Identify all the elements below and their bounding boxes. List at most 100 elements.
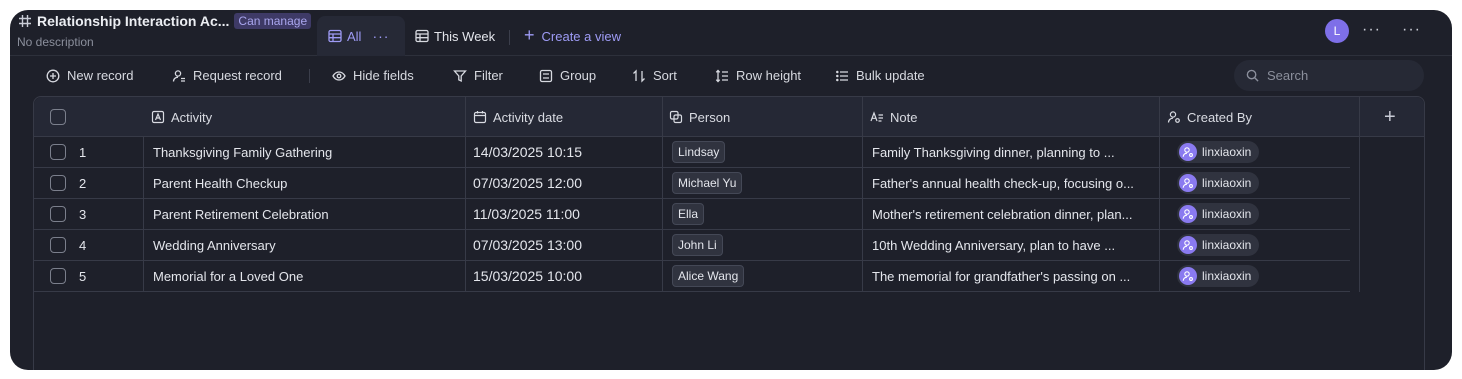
table-description[interactable]: No description	[17, 35, 311, 49]
cell-activity-date[interactable]: 07/03/2025 12:00	[473, 168, 653, 198]
cell-activity[interactable]: Thanksgiving Family Gathering	[153, 137, 453, 167]
cell-created-by[interactable]: linxiaoxin	[1177, 137, 1347, 167]
cell-created-by[interactable]: linxiaoxin	[1177, 199, 1347, 229]
group-button[interactable]: Group	[539, 68, 596, 83]
table-title[interactable]: Relationship Interaction Ac...	[37, 13, 229, 29]
cell-activity-date[interactable]: 07/03/2025 13:00	[473, 230, 653, 260]
permission-badge: Can manage	[234, 13, 312, 29]
filter-label: Filter	[474, 68, 503, 83]
filter-button[interactable]: Filter	[453, 68, 503, 83]
column-label: Activity date	[493, 109, 564, 125]
cell-activity-date[interactable]: 15/03/2025 10:00	[473, 261, 653, 291]
user-request-icon	[172, 69, 185, 82]
user-chip: linxiaoxin	[1177, 141, 1260, 163]
request-record-label: Request record	[193, 68, 282, 83]
cell-note[interactable]: Father's annual health check-up, focusin…	[872, 168, 1152, 198]
person-tag: Michael Yu	[672, 172, 743, 194]
sort-button[interactable]: Sort	[632, 68, 677, 83]
search-icon	[1246, 69, 1259, 82]
user-chip: linxiaoxin	[1177, 172, 1260, 194]
created-by-name: linxiaoxin	[1202, 176, 1252, 190]
table-row[interactable]: 5 Memorial for a Loved One 15/03/2025 10…	[34, 261, 1350, 292]
add-column-button[interactable]: +	[1384, 97, 1396, 137]
column-header-activity[interactable]: Activity	[151, 97, 212, 137]
column-header-note[interactable]: Note	[870, 97, 917, 137]
group-icon	[539, 69, 553, 82]
tab-this-week[interactable]: This Week	[415, 16, 495, 56]
table-row[interactable]: 4 Wedding Anniversary 07/03/2025 13:00 J…	[34, 230, 1350, 261]
bulk-update-button[interactable]: Bulk update	[835, 68, 925, 83]
cell-person[interactable]: Alice Wang	[672, 261, 852, 291]
column-header-created-by[interactable]: Created By	[1167, 97, 1252, 137]
cell-created-by[interactable]: linxiaoxin	[1177, 261, 1347, 291]
person-tag: Alice Wang	[672, 265, 745, 287]
row-number: 2	[79, 175, 87, 191]
cell-activity-date[interactable]: 11/03/2025 11:00	[473, 199, 653, 229]
sort-label: Sort	[653, 68, 677, 83]
grid-view-icon	[328, 29, 342, 43]
row-height-icon	[715, 69, 728, 82]
bulk-update-label: Bulk update	[856, 68, 925, 83]
app-window: Relationship Interaction Ac... Can manag…	[10, 10, 1452, 370]
row-checkbox[interactable]	[50, 199, 66, 229]
search-input[interactable]: Search	[1234, 60, 1424, 91]
row-number: 5	[79, 268, 87, 284]
more-options-icon[interactable]: ···	[1362, 21, 1381, 39]
row-height-button[interactable]: Row height	[715, 68, 801, 83]
cell-activity[interactable]: Parent Retirement Celebration	[153, 199, 453, 229]
row-number: 1	[79, 144, 87, 160]
toolbar-divider	[309, 69, 310, 83]
user-chip: linxiaoxin	[1177, 203, 1260, 225]
table-row[interactable]: 1 Thanksgiving Family Gathering 14/03/20…	[34, 137, 1350, 168]
column-label: Person	[689, 109, 731, 125]
table-title-block: Relationship Interaction Ac... Can manag…	[17, 12, 312, 49]
cell-activity[interactable]: Memorial for a Loved One	[153, 261, 453, 291]
grid-hash-icon	[19, 15, 31, 27]
group-label: Group	[560, 68, 597, 83]
user-avatar-icon	[1179, 143, 1197, 161]
cell-note[interactable]: Family Thanksgiving dinner, planning to …	[872, 137, 1152, 167]
cell-activity-date[interactable]: 14/03/2025 10:15	[473, 137, 653, 167]
cell-person[interactable]: Lindsay	[672, 137, 852, 167]
table-row[interactable]: 3 Parent Retirement Celebration 11/03/20…	[34, 199, 1350, 230]
hide-fields-button[interactable]: Hide fields	[332, 68, 414, 83]
row-number: 3	[79, 206, 87, 222]
created-by-name: linxiaoxin	[1202, 269, 1252, 283]
created-by-name: linxiaoxin	[1202, 238, 1252, 252]
table-row[interactable]: 2 Parent Health Checkup 07/03/2025 12:00…	[34, 168, 1350, 199]
tab-all[interactable]: All ···	[317, 16, 405, 56]
row-checkbox[interactable]	[50, 168, 66, 198]
select-all-checkbox[interactable]	[50, 97, 66, 137]
row-checkbox[interactable]	[50, 137, 66, 167]
more-menu-icon[interactable]: ···	[1402, 21, 1421, 39]
grid-view-icon	[415, 29, 429, 43]
cell-activity[interactable]: Wedding Anniversary	[153, 230, 453, 260]
cell-person[interactable]: John Li	[672, 230, 852, 260]
user-field-icon	[1167, 111, 1180, 123]
tab-this-week-label: This Week	[434, 28, 496, 44]
created-by-name: linxiaoxin	[1202, 207, 1252, 221]
cell-activity[interactable]: Parent Health Checkup	[153, 168, 453, 198]
cell-person[interactable]: Ella	[672, 199, 852, 229]
view-header: Relationship Interaction Ac... Can manag…	[10, 10, 1452, 56]
cell-note[interactable]: 10th Wedding Anniversary, plan to have .…	[872, 230, 1152, 260]
text-field-icon	[151, 110, 165, 124]
new-record-button[interactable]: New record	[46, 68, 133, 83]
row-checkbox[interactable]	[50, 230, 66, 260]
user-avatar[interactable]: L	[1325, 19, 1349, 43]
column-header-person[interactable]: Person	[669, 97, 730, 137]
cell-created-by[interactable]: linxiaoxin	[1177, 230, 1347, 260]
column-label: Created By	[1187, 109, 1253, 125]
cell-person[interactable]: Michael Yu	[672, 168, 852, 198]
row-checkbox[interactable]	[50, 261, 66, 291]
user-avatar-icon	[1179, 174, 1197, 192]
cell-note[interactable]: Mother's retirement celebration dinner, …	[872, 199, 1152, 229]
tab-more-icon[interactable]: ···	[372, 28, 389, 44]
calendar-icon	[473, 111, 487, 124]
column-header-activity-date[interactable]: Activity date	[473, 97, 563, 137]
request-record-button[interactable]: Request record	[172, 68, 282, 83]
long-text-icon	[870, 111, 883, 122]
cell-note[interactable]: The memorial for grandfather's passing o…	[872, 261, 1152, 291]
cell-created-by[interactable]: linxiaoxin	[1177, 168, 1347, 198]
create-view-button[interactable]: + Create a view	[524, 16, 621, 56]
